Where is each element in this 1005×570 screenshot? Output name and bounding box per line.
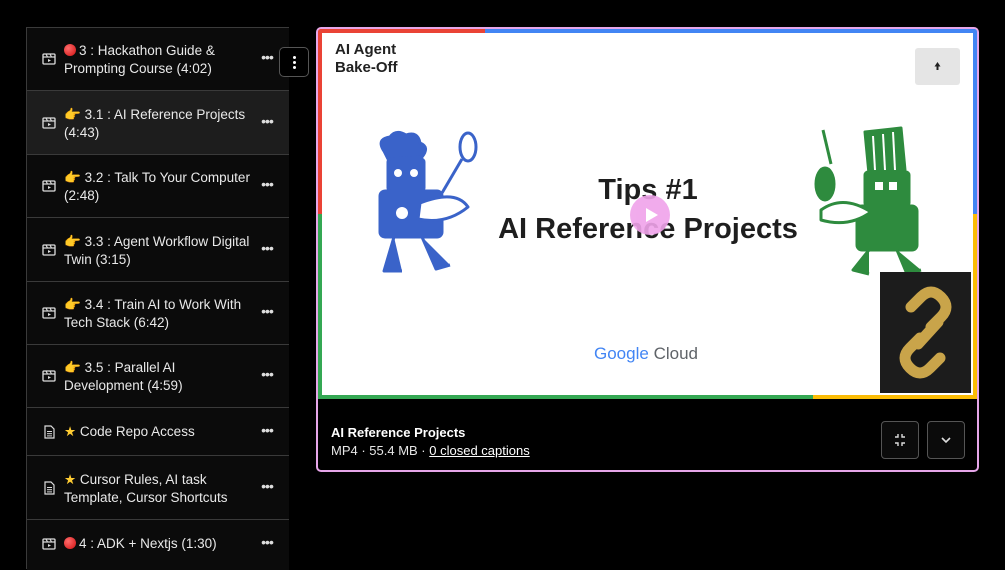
pointing-hand-emoji: 👉 [64, 360, 81, 375]
playlist-item-3-2[interactable]: 👉 3.2 : Talk To Your Computer (2:48) ••• [27, 155, 289, 218]
red-circle-emoji [64, 537, 76, 549]
minimize-icon [895, 434, 905, 446]
scroll-top-button[interactable] [915, 48, 960, 85]
video-title: AI Reference Projects [331, 425, 466, 440]
star-emoji: ★ [64, 424, 77, 439]
video-player: AI Agent Bake-Off Tips #1 AI Reference P… [316, 27, 979, 472]
video-file-icon [42, 117, 56, 129]
video-meta: MP4 · 55.4 MB · 0 closed captions [331, 443, 530, 458]
playlist-item-3-4[interactable]: 👉 3.4 : Train AI to Work With Tech Stack… [27, 282, 289, 345]
frame-bar-yellow-right [973, 214, 977, 399]
red-circle-emoji [64, 44, 76, 56]
more-options-icon[interactable]: ••• [260, 304, 274, 318]
playlist-item-label: 3 : Hackathon Guide & Prompting Course (… [64, 43, 215, 76]
frame-bar-red-left [318, 29, 322, 214]
playlist-item-label: 👉 3.4 : Train AI to Work With Tech Stack… [64, 297, 242, 330]
more-options-icon[interactable]: ••• [260, 177, 274, 191]
playlist-item-4[interactable]: 4 : ADK + Nextjs (1:30) ••• [27, 520, 289, 570]
playlist-item-label: 👉 3.1 : AI Reference Projects (4:43) [64, 107, 246, 140]
video-thumbnail[interactable]: AI Agent Bake-Off Tips #1 AI Reference P… [318, 29, 977, 399]
frame-bar-green-left [318, 214, 322, 399]
playlist-item-label: 👉 3.3 : Agent Workflow Digital Twin (3:1… [64, 234, 250, 267]
play-button[interactable] [630, 195, 670, 235]
video-file-icon [42, 180, 56, 192]
more-options-icon[interactable]: ••• [260, 241, 274, 255]
collapse-button[interactable] [881, 421, 919, 459]
playlist-item-label: 4 : ADK + Nextjs (1:30) [64, 535, 254, 553]
more-options-icon[interactable]: ••• [260, 535, 274, 549]
frame-bar-red [318, 29, 485, 33]
vertical-more-button[interactable] [279, 47, 309, 77]
document-icon [44, 425, 55, 439]
playlist-item-label: ★ Cursor Rules, AI task Template, Cursor… [64, 472, 228, 505]
video-file-icon [42, 53, 56, 65]
pointing-hand-emoji: 👉 [64, 234, 81, 249]
chain-link-thumbnail [880, 272, 971, 393]
playlist-item-3[interactable]: 3 : Hackathon Guide & Prompting Course (… [27, 28, 289, 91]
video-file-icon [42, 307, 56, 319]
pointing-hand-emoji: 👉 [64, 170, 81, 185]
more-options-icon[interactable]: ••• [260, 367, 274, 381]
kebab-dot [293, 56, 296, 59]
cloud-wordmark: Cloud [653, 344, 698, 363]
playlist-panel: 3 : Hackathon Guide & Prompting Course (… [26, 27, 289, 570]
document-icon [44, 481, 55, 495]
playlist-item-label: 👉 3.5 : Parallel AI Development (4:59) [64, 360, 183, 393]
playlist-item-label: 👉 3.2 : Talk To Your Computer (2:48) [64, 170, 250, 203]
bake-off-logo-text: AI Agent Bake-Off [335, 41, 398, 76]
playlist-item-3-5[interactable]: 👉 3.5 : Parallel AI Development (4:59) •… [27, 345, 289, 408]
google-wordmark: Google [594, 344, 649, 363]
frame-bar-blue-right [973, 29, 977, 214]
closed-captions-link[interactable]: 0 closed captions [429, 443, 529, 458]
video-file-icon [42, 538, 56, 550]
more-options-icon[interactable]: ••• [260, 50, 274, 64]
frame-bar-yellow-bottom [813, 395, 977, 399]
playlist-item-3-3[interactable]: 👉 3.3 : Agent Workflow Digital Twin (3:1… [27, 218, 289, 282]
pointing-hand-emoji: 👉 [64, 107, 81, 122]
more-options-icon[interactable]: ••• [260, 114, 274, 128]
more-options-icon[interactable]: ••• [260, 423, 274, 437]
kebab-dot [293, 61, 296, 64]
frame-bar-blue [485, 29, 977, 33]
kebab-dot [293, 66, 296, 69]
star-emoji: ★ [64, 472, 77, 487]
chevron-down-icon [941, 437, 951, 444]
expand-dropdown-button[interactable] [927, 421, 965, 459]
playlist-item-label: ★ Code Repo Access [64, 424, 195, 439]
chain-link-icon [899, 286, 952, 379]
playlist-item-code-repo[interactable]: ★ Code Repo Access ••• [27, 408, 289, 456]
playlist-item-3-1[interactable]: 👉 3.1 : AI Reference Projects (4:43) ••• [27, 91, 289, 155]
play-icon [646, 208, 658, 222]
video-file-icon [42, 370, 56, 382]
more-options-icon[interactable]: ••• [260, 479, 274, 493]
pointing-hand-emoji: 👉 [64, 297, 81, 312]
playlist-item-cursor-rules[interactable]: ★ Cursor Rules, AI task Template, Cursor… [27, 456, 289, 520]
frame-bar-green-bottom [318, 395, 813, 399]
video-file-icon [42, 244, 56, 256]
google-cloud-logo: Google Cloud [594, 344, 698, 364]
arrow-up-icon [934, 62, 941, 70]
